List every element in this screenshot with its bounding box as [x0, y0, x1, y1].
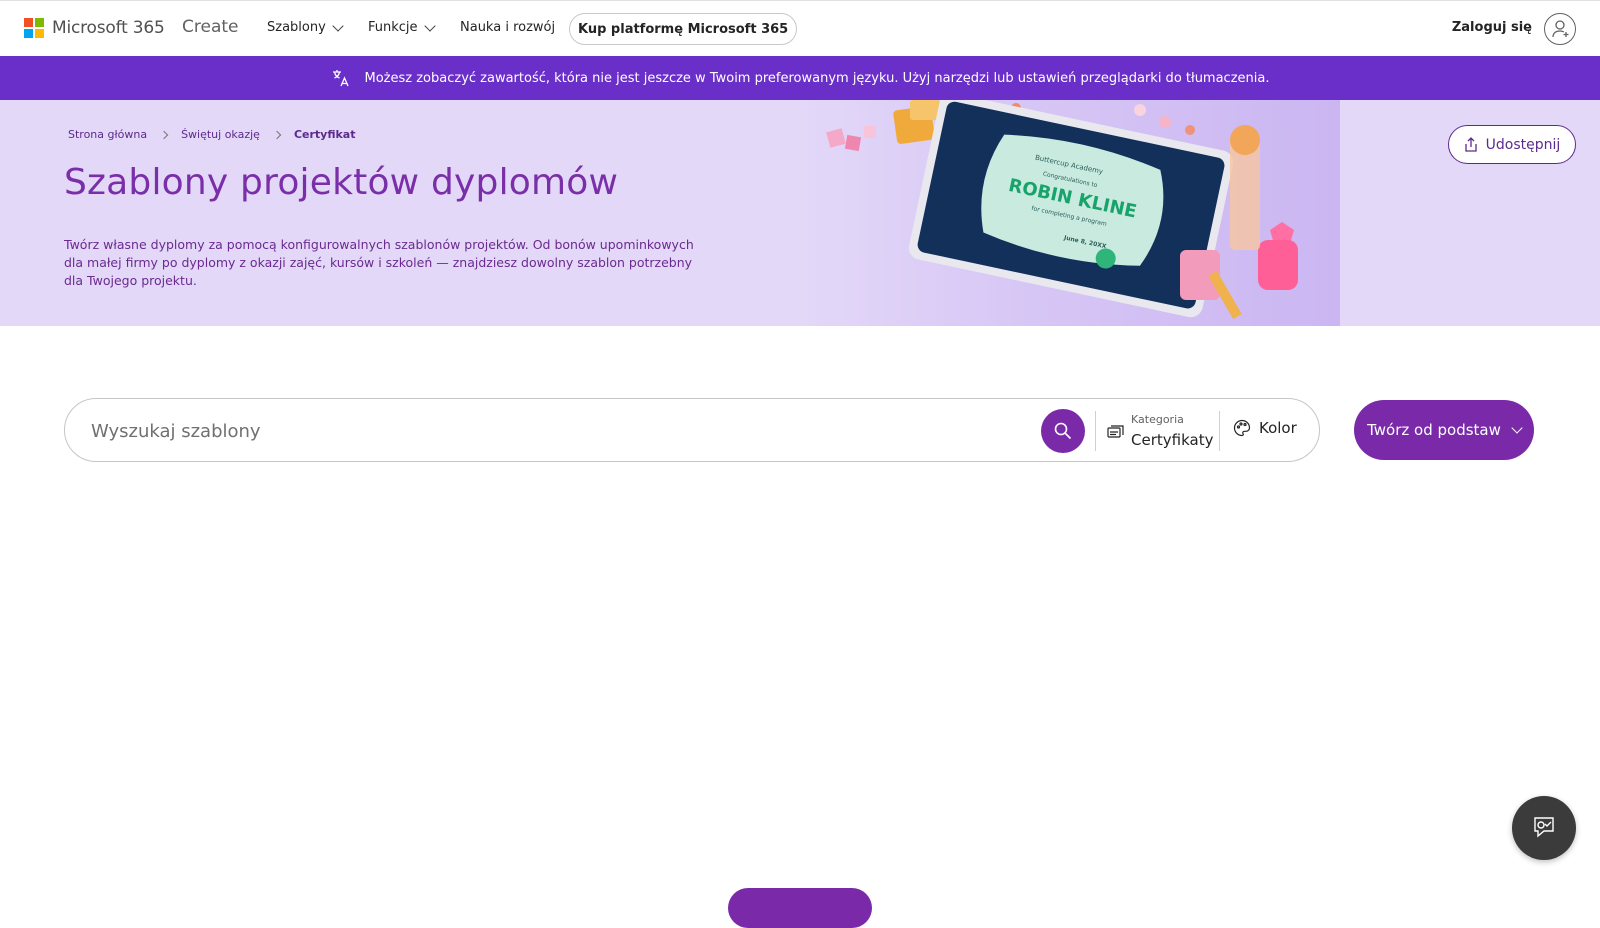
page-description: Twórz własne dyplomy za pomocą konfiguro… [64, 237, 694, 288]
feedback-button[interactable] [1512, 796, 1576, 860]
share-icon [1465, 136, 1477, 152]
share-button[interactable]: Udostępnij [1448, 125, 1576, 164]
color-label: Kolor [1259, 419, 1297, 437]
top-navigation: Microsoft 365 Create Szablony Funkcje Na… [0, 0, 1600, 56]
page-title: Szablony projektów dyplomów [64, 162, 619, 203]
nav-item-label: Nauka i rozwój [460, 20, 556, 35]
divider [1219, 411, 1220, 451]
breadcrumb: Strona główna Świętuj okazję Certyfikat [68, 128, 356, 141]
category-label: Kategoria [1131, 413, 1184, 426]
chevron-right-icon [159, 130, 169, 139]
nav-item-nauka[interactable]: Nauka i rozwój [460, 20, 555, 35]
create-from-scratch-label: Twórz od podstaw [1367, 421, 1501, 439]
language-banner-text: Możesz zobaczyć zawartość, która nie jes… [364, 70, 1270, 86]
nav-item-szablony[interactable]: Szablony [267, 19, 344, 35]
search-input[interactable] [89, 417, 989, 445]
brand-name: Microsoft 365 [52, 18, 165, 38]
category-icon [1107, 425, 1124, 438]
color-filter[interactable]: Kolor [1233, 419, 1297, 437]
translate-icon [332, 70, 349, 87]
search-button[interactable] [1041, 409, 1085, 453]
breadcrumb-home[interactable]: Strona główna [68, 128, 147, 141]
hero-illustration: Buttercup Academy Congratulations to ROB… [800, 100, 1340, 326]
nav-item-funkcje[interactable]: Funkcje [368, 19, 436, 35]
feedback-icon [1534, 817, 1554, 838]
search-icon [1054, 422, 1072, 440]
create-link[interactable]: Create [182, 17, 239, 37]
nav-item-label: Funkcje [368, 20, 418, 35]
palette-icon [1233, 419, 1251, 437]
divider [1095, 411, 1096, 451]
hero-section: Strona główna Świętuj okazję Certyfikat … [0, 100, 1600, 326]
chevron-down-icon [423, 19, 436, 32]
bottom-button[interactable] [728, 888, 872, 928]
breadcrumb-celebrate[interactable]: Świętuj okazję [181, 128, 260, 141]
chevron-down-icon [332, 19, 344, 32]
search-bar: Kategoria Certyfikaty Kolor [64, 398, 1320, 462]
user-add-icon[interactable] [1544, 13, 1576, 45]
category-value: Certyfikaty [1131, 431, 1214, 449]
breadcrumb-current: Certyfikat [293, 128, 356, 141]
signin-link[interactable]: Zaloguj się [1452, 20, 1532, 35]
microsoft-logo[interactable]: Microsoft 365 [24, 18, 165, 38]
share-label: Udostępnij [1485, 136, 1561, 153]
language-banner: Możesz zobaczyć zawartość, która nie jes… [0, 56, 1600, 100]
chevron-down-icon [1511, 422, 1523, 434]
chevron-right-icon [272, 130, 282, 139]
buy-microsoft-365-button[interactable]: Kup platformę Microsoft 365 [569, 13, 798, 45]
nav-item-label: Szablony [267, 20, 326, 35]
microsoft-logo-icon [24, 18, 44, 38]
create-from-scratch-button[interactable]: Twórz od podstaw [1354, 400, 1534, 460]
